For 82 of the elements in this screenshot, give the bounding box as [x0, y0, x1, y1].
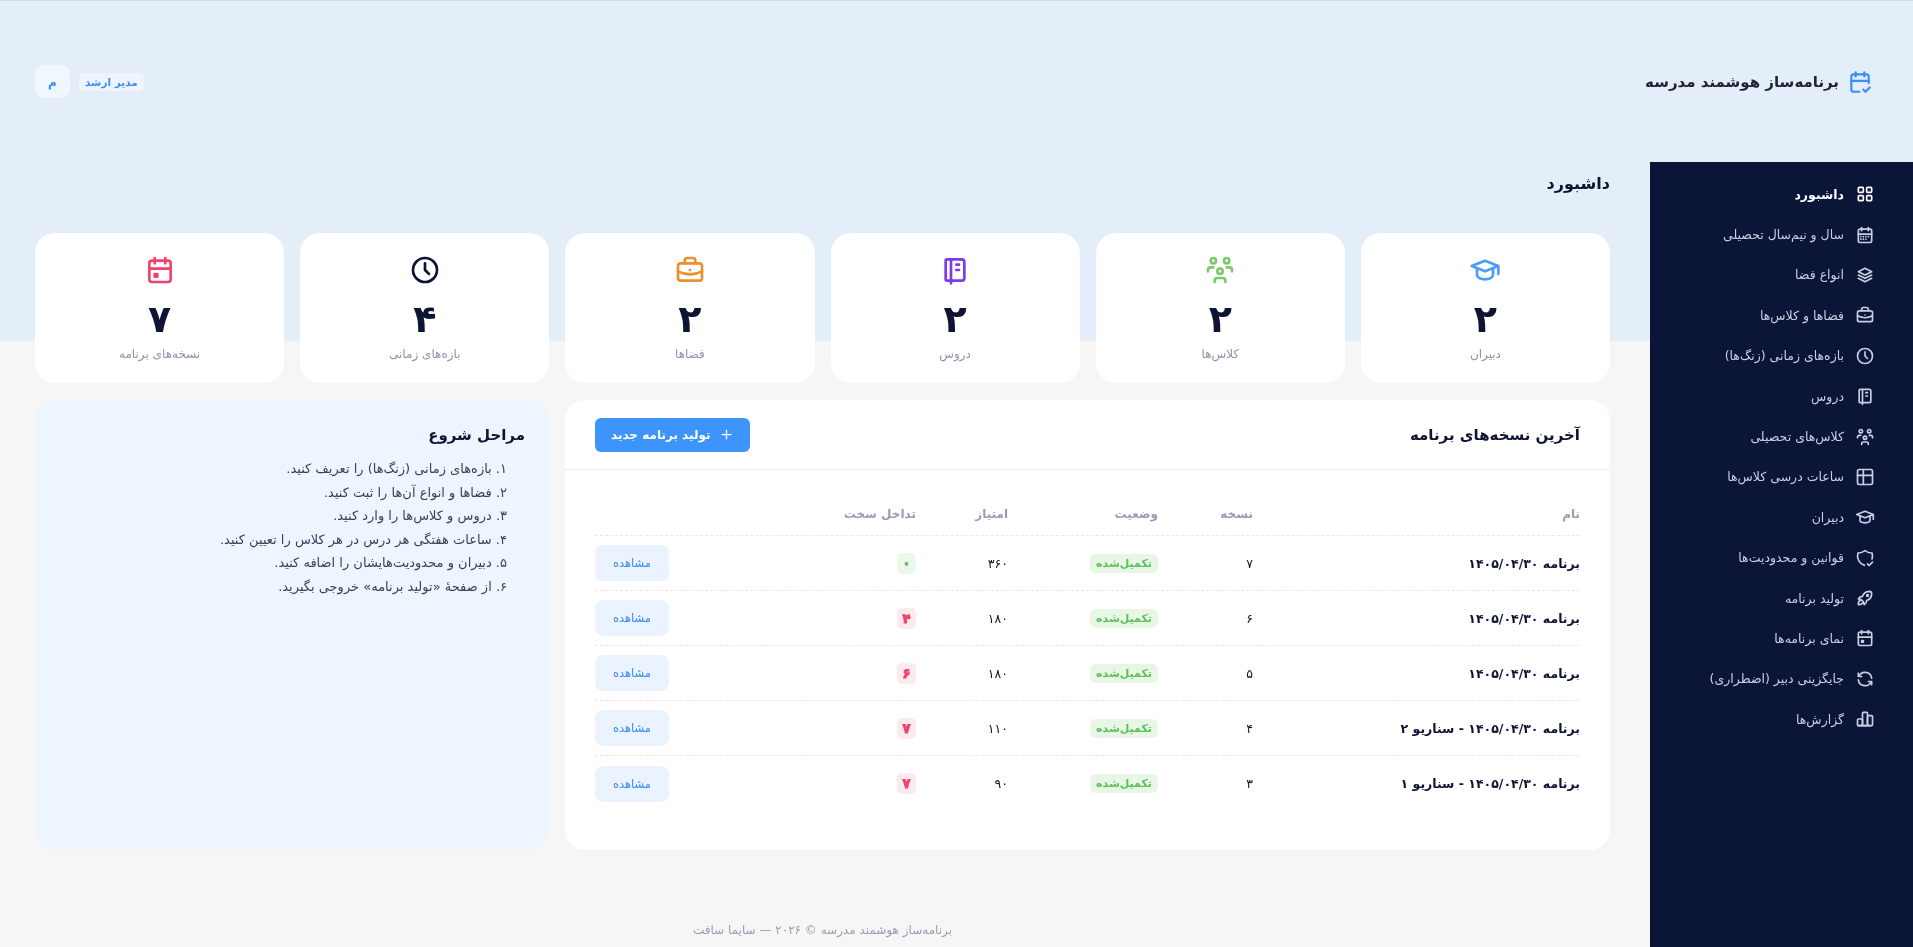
stat-value: ۴	[413, 296, 437, 342]
stat-value: ۲	[678, 296, 702, 342]
table-icon	[1855, 466, 1875, 487]
card-title: مراحل شروع	[427, 425, 525, 446]
stat-label: نسخه‌های برنامه	[118, 346, 201, 362]
version-cell: ۵	[1246, 665, 1253, 681]
program-name-cell: برنامه ۱۴۰۵/۰۴/۳۰ - سناریو ۱	[1400, 776, 1580, 791]
status-badge: تکمیل‌شده	[1090, 608, 1158, 628]
page-title: داشبورد	[1545, 173, 1610, 195]
shield-check-icon	[1855, 547, 1875, 568]
step-text: ۵. دبیران و محدودیت‌هایشان را اضافه کنید.	[273, 554, 507, 573]
user-role-badge: مدیر ارشد	[79, 72, 144, 91]
stat-value: ۷	[148, 296, 172, 342]
column-header: تداخل سخت	[843, 506, 916, 521]
sidebar-item[interactable]: انواع فضا	[1650, 254, 1913, 296]
users-group-icon	[1855, 426, 1875, 447]
status-badge: تکمیل‌شده	[1090, 663, 1158, 683]
sidebar-item[interactable]: فضاها و کلاس‌ها	[1650, 295, 1913, 336]
notebook-icon	[1855, 386, 1875, 407]
step-text: ۶. از صفحهٔ «تولید برنامه» خروجی بگیرید.	[277, 577, 507, 597]
sidebar-item[interactable]: کلاس‌های تحصیلی	[1650, 416, 1913, 457]
stat-value: ۲	[1473, 296, 1498, 342]
briefcase-icon	[1855, 305, 1875, 326]
stat-label: کلاس‌ها	[1201, 346, 1239, 362]
conflict-count-badge: ۷	[897, 717, 916, 739]
bar-chart-icon	[1855, 709, 1875, 730]
sidebar-item[interactable]: ساعات درسی کلاس‌ها	[1650, 456, 1913, 498]
column-header: نام	[1562, 506, 1580, 521]
sidebar-item[interactable]: نمای برنامه‌ها	[1650, 618, 1913, 659]
stat-label: دروس	[939, 346, 971, 362]
sidebar-item[interactable]: گزارش‌ها	[1650, 699, 1913, 740]
conflict-count-badge: ۴	[897, 607, 916, 629]
sidebar-item[interactable]: قوانین و محدودیت‌ها	[1650, 537, 1913, 578]
calendar-check-icon	[1847, 68, 1873, 95]
score-cell: ۱۸۰	[987, 665, 1008, 681]
card-title: آخرین نسخه‌های برنامه	[1409, 424, 1580, 446]
sidebar-item[interactable]: دروس	[1650, 375, 1913, 417]
conflict-count-badge: ۷	[897, 773, 916, 794]
version-cell: ۶	[1246, 610, 1253, 626]
score-cell: ۳۶۰	[987, 555, 1008, 571]
sidebar-item[interactable]: جایگزینی دبیر (اضطراری)	[1650, 658, 1913, 700]
sidebar-item[interactable]: داشبورد	[1650, 174, 1913, 215]
score-cell: ۱۱۰	[987, 720, 1008, 736]
score-cell: ۹۰	[994, 776, 1008, 791]
version-cell: ۴	[1246, 720, 1253, 736]
sidebar-item[interactable]: بازه‌های زمانی (زنگ‌ها)	[1650, 335, 1913, 376]
status-badge: تکمیل‌شده	[1090, 774, 1158, 793]
sidebar-item[interactable]: دبیران	[1650, 497, 1913, 538]
sidebar-item[interactable]: سال و نیم‌سال تحصیلی	[1650, 214, 1913, 255]
step-text: ۴. ساعات هفتگی هر درس در هر کلاس را تعیین کنید.	[219, 530, 507, 550]
step-text: ۲. فضاها و انواع آن‌ها را ثبت کنید.	[322, 483, 507, 503]
column-header: امتیاز	[975, 506, 1008, 521]
column-header: وضعیت	[1114, 506, 1158, 521]
conflict-count-badge: ۶	[897, 662, 916, 684]
program-name-cell: برنامه ۱۴۰۵/۰۴/۳۰ - سناریو ۲	[1400, 720, 1580, 736]
app-title: برنامه‌ساز هوشمند مدرسه	[1645, 72, 1839, 91]
status-badge: تکمیل‌شده	[1090, 553, 1158, 573]
plus-icon	[719, 427, 735, 442]
score-cell: ۱۸۰	[987, 610, 1008, 626]
program-name-cell: برنامه ۱۴۰۵/۰۴/۳۰	[1468, 610, 1580, 626]
version-cell: ۷	[1246, 555, 1253, 571]
step-text: ۱. بازه‌های زمانی (زنگ‌ها) را تعریف کنید.	[285, 460, 507, 479]
grid-icon	[1855, 184, 1875, 205]
program-name-cell: برنامه ۱۴۰۵/۰۴/۳۰	[1468, 555, 1580, 571]
column-header: نسخه	[1220, 506, 1253, 521]
program-name-cell: برنامه ۱۴۰۵/۰۴/۳۰	[1468, 665, 1580, 681]
footer-text: برنامه‌ساز هوشمند مدرسه © ۲۰۲۶ — سایما سافت	[692, 923, 953, 937]
calendar-icon	[1855, 628, 1875, 649]
calendar-icon	[1855, 224, 1875, 245]
conflict-count-badge: ۰	[897, 552, 916, 574]
step-text: ۳. دروس و کلاس‌ها را وارد کنید.	[332, 507, 507, 526]
rocket-icon	[1855, 588, 1875, 609]
status-badge: تکمیل‌شده	[1090, 718, 1158, 738]
stat-value: ۲	[1208, 296, 1232, 342]
stat-label: فضاها	[675, 346, 705, 362]
stat-label: دبیران	[1469, 346, 1501, 362]
stat-label: بازه‌های زمانی	[389, 346, 461, 362]
clock-icon	[1855, 345, 1875, 366]
stat-value: ۲	[943, 296, 967, 342]
sidebar-item[interactable]: تولید برنامه	[1650, 577, 1913, 619]
refresh-icon	[1855, 668, 1875, 689]
version-cell: ۳	[1246, 776, 1253, 791]
